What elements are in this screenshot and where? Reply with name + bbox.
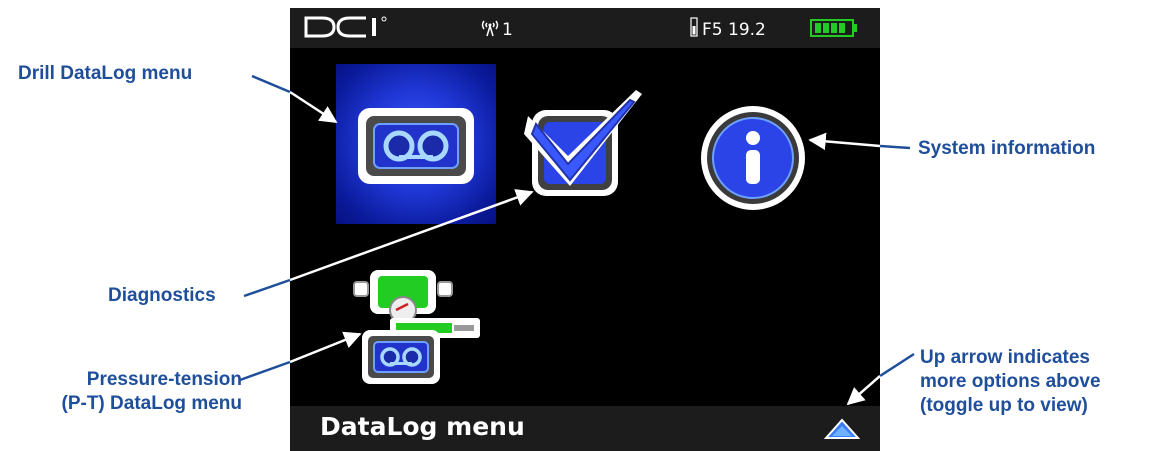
diagnostics-icon [518, 90, 648, 210]
status-bar: 1 F5 19.2 [290, 8, 880, 48]
system-info-icon [698, 106, 818, 224]
callout-drill-datalog: Drill DataLog menu [18, 63, 193, 84]
signal-indicator: 1 [480, 17, 513, 42]
system-information-menu-item[interactable] [698, 100, 818, 220]
callout-pt-line2: (P-T) DataLog menu [61, 393, 243, 414]
callout-pt-line1: Pressure-tension [86, 369, 242, 390]
frequency-indicator: F5 19.2 [690, 17, 766, 42]
callout-pt-datalog: Pressure-tension (P-T) DataLog menu [10, 368, 243, 416]
device-screen: 1 F5 19.2 DataLog menu [290, 8, 880, 451]
up-arrow-icon[interactable] [823, 418, 861, 445]
footer-bar: DataLog menu [290, 406, 880, 451]
signal-value: 1 [502, 19, 513, 40]
pt-datalog-menu-item[interactable] [350, 266, 490, 386]
drill-datalog-icon [336, 108, 496, 228]
frequency-text: F5 19.2 [702, 19, 766, 40]
diagnostics-menu-item[interactable] [518, 86, 648, 206]
pt-datalog-icon [350, 270, 490, 390]
battery-icon [810, 19, 860, 42]
footer-title: DataLog menu [320, 412, 525, 441]
callout-up-line2: more options above [920, 371, 1101, 392]
callout-up-line3: (toggle up to view) [920, 395, 1088, 416]
callout-diagnostics: Diagnostics [108, 285, 216, 306]
battery-level-icon [690, 17, 698, 42]
antenna-icon [480, 17, 500, 42]
callout-system-information: System information [918, 138, 1096, 159]
drill-datalog-menu-item[interactable] [336, 64, 496, 224]
callout-up-line1: Up arrow indicates [920, 347, 1090, 368]
dci-logo [304, 15, 414, 44]
callout-up-arrow: Up arrow indicates more options above (t… [920, 346, 1101, 418]
